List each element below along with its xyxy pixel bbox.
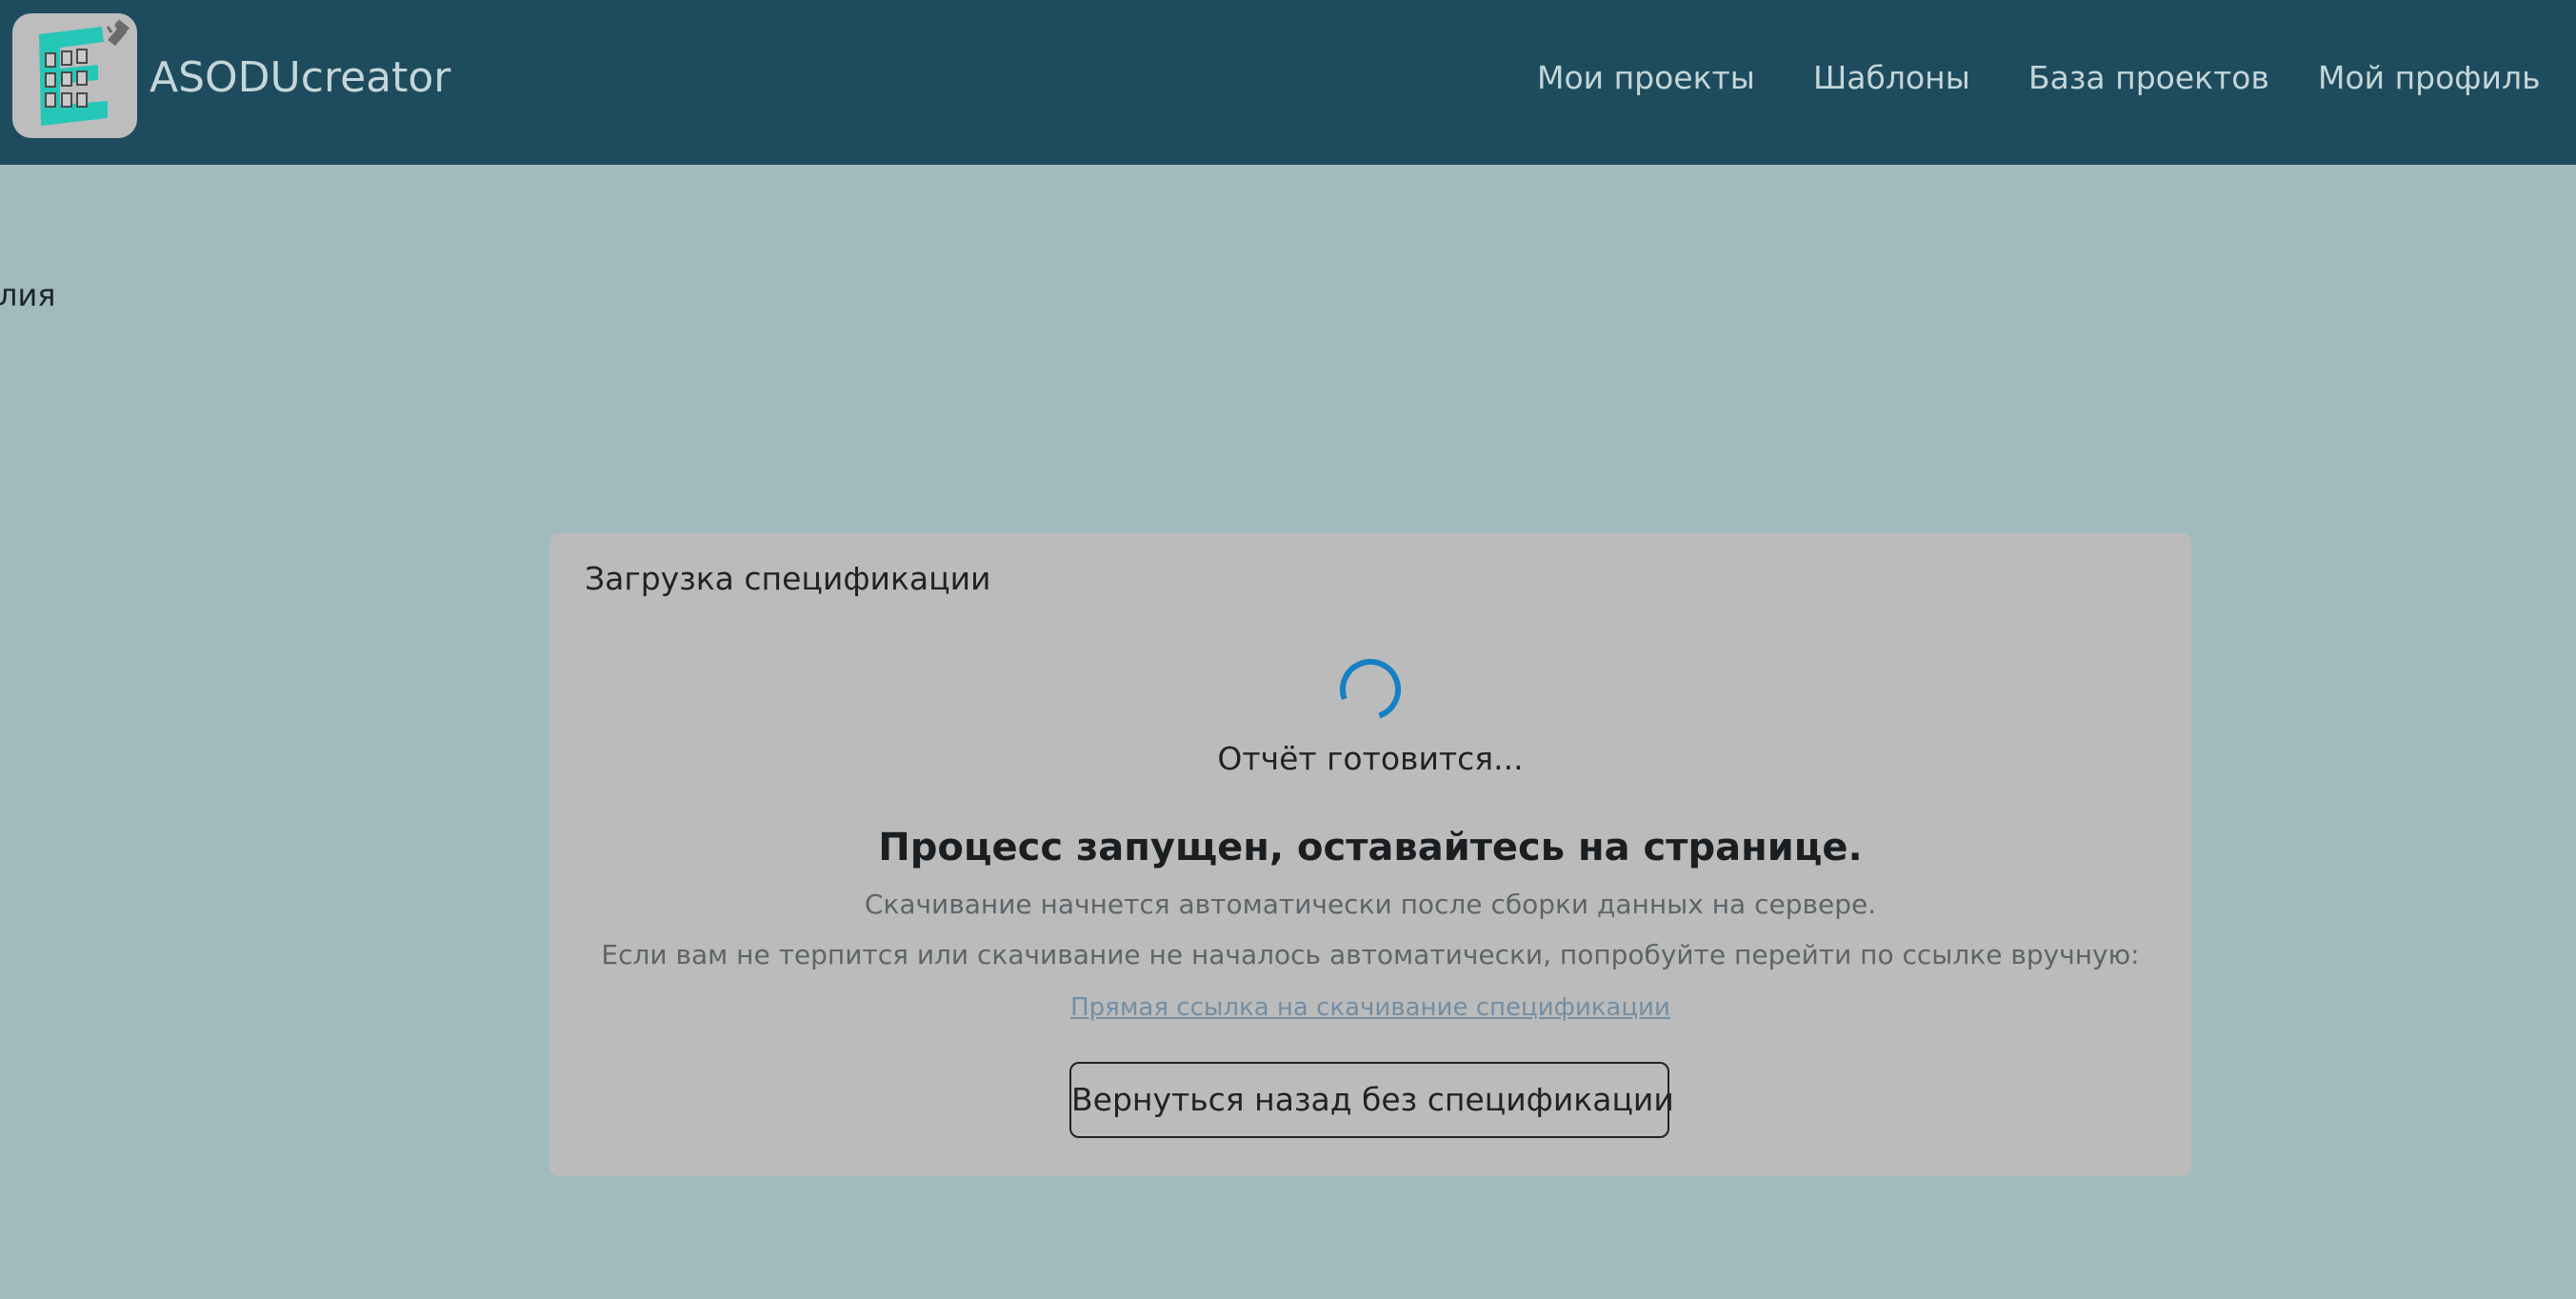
spec-download-modal: Загрузка спецификации Отчёт готовится...… — [549, 533, 2191, 1176]
direct-link-row: Прямая ссылка на скачивание спецификации — [549, 989, 2191, 1026]
direct-download-link[interactable]: Прямая ссылка на скачивание спецификации — [1070, 993, 1670, 1022]
back-without-spec-button[interactable]: Вернуться назад без спецификации — [1069, 1062, 1674, 1138]
loading-status: Отчёт готовится... — [1217, 740, 1524, 777]
manual-download-hint: Если вам не терпится или скачивание не н… — [601, 939, 2140, 970]
modal-title: Загрузка спецификации — [585, 560, 991, 597]
top-navbar: ASODUcreator Мои проекты Шаблоны База пр… — [0, 0, 2576, 165]
nav-item-project-database[interactable]: База проектов — [2028, 55, 2269, 101]
nav-item-my-projects[interactable]: Мои проекты — [1537, 55, 1755, 101]
background-text-fragment: лия — [0, 277, 56, 313]
app-brand[interactable]: ASODUcreator — [150, 50, 450, 107]
auto-download-description: Скачивание начнется автоматически после … — [864, 889, 1877, 920]
process-headline: Процесс запущен, оставайтесь на странице… — [878, 826, 1863, 869]
nav-item-templates[interactable]: Шаблоны — [1813, 55, 1970, 101]
loading-spinner-icon — [1340, 659, 1401, 720]
app-logo[interactable] — [12, 13, 137, 138]
building-with-hammer-icon — [39, 19, 130, 126]
nav-item-my-profile[interactable]: Мой профиль — [2318, 55, 2541, 101]
